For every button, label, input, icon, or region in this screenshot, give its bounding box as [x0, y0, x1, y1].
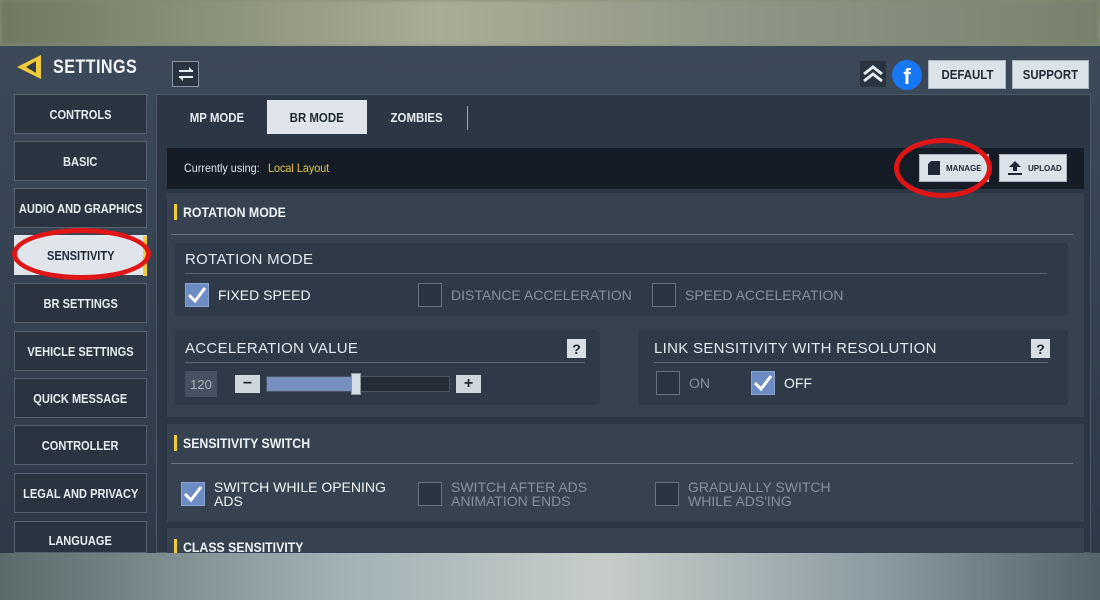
tab-br-mode[interactable]: BR MODE: [267, 100, 367, 134]
acceleration-slider[interactable]: [266, 373, 450, 395]
section-header-rotation-mode: ROTATION MODE: [174, 204, 300, 220]
link-sensitivity-help-icon[interactable]: ?: [1031, 339, 1050, 358]
gradually-switch-option[interactable]: GRADUALLY SWITCH WHILE ADS'ING: [655, 480, 831, 508]
speed-acceleration-option[interactable]: SPEED ACCELERATION: [652, 283, 843, 307]
acceleration-increase-button[interactable]: +: [456, 375, 481, 393]
card-divider: [185, 362, 585, 363]
card-divider: [654, 362, 1048, 363]
link-sensitivity-title: LINK SENSITIVITY WITH RESOLUTION: [654, 340, 937, 357]
sidebar-item-vehicle-settings[interactable]: VEHICLE SETTINGS: [14, 331, 147, 371]
current-layout-value: Local Layout: [268, 161, 330, 175]
section-divider: [171, 234, 1073, 235]
switch-while-opening-ads-option[interactable]: SWITCH WHILE OPENING ADS: [181, 480, 386, 508]
tab-mp-mode[interactable]: MP MODE: [167, 100, 267, 134]
section-divider: [171, 463, 1073, 464]
background-blur-bottom: [0, 553, 1100, 600]
sensitivity-switch-section: SENSITIVITY SWITCH SWITCH WHILE OPENING A…: [167, 424, 1084, 522]
rank-chevron-icon[interactable]: [860, 61, 886, 87]
link-off-option[interactable]: OFF: [751, 371, 812, 395]
page-title: SETTINGS: [53, 57, 138, 78]
support-button[interactable]: SUPPORT: [1012, 60, 1089, 89]
section-header-class-sensitivity: CLASS SENSITIVITY: [174, 539, 320, 553]
rotation-mode-card: ROTATION MODE FIXED SPEED DISTANCE ACCEL…: [175, 243, 1068, 316]
acceleration-value-title: ACCELERATION VALUE: [185, 340, 359, 357]
upload-icon: [1008, 161, 1022, 175]
checkmark-icon: [753, 375, 773, 392]
tab-divider: [467, 106, 468, 130]
switch-while-opening-ads-label: SWITCH WHILE OPENING ADS: [214, 479, 386, 509]
current-layout-text: Currently using: Local Layout: [184, 161, 336, 175]
fixed-speed-checkbox[interactable]: [185, 283, 209, 307]
acceleration-decrease-button[interactable]: −: [235, 375, 260, 393]
sidebar-item-quick-message[interactable]: QUICK MESSAGE: [14, 378, 147, 418]
checkmark-icon: [187, 287, 207, 304]
switch-after-ads-animation-checkbox[interactable]: [418, 482, 442, 506]
upload-button[interactable]: UPLOAD: [999, 154, 1067, 182]
tab-zombies[interactable]: ZOMBIES: [367, 100, 467, 134]
acceleration-slider-fill: [267, 377, 357, 391]
class-sensitivity-section: CLASS SENSITIVITY: [167, 528, 1084, 553]
section-accent-bar: [174, 204, 177, 220]
back-arrow-icon[interactable]: [14, 54, 44, 80]
rotation-mode-section: ROTATION MODE ROTATION MODE FIXED SPEED …: [167, 193, 1084, 417]
current-layout-prefix: Currently using:: [184, 161, 260, 175]
sidebar-item-language[interactable]: LANGUAGE: [14, 521, 147, 553]
checkmark-icon: [183, 486, 203, 503]
sidebar-item-audio-and-graphics[interactable]: AUDIO AND GRAPHICS: [14, 188, 147, 228]
acceleration-value-card: ACCELERATION VALUE ? 120 − +: [175, 330, 600, 405]
distance-acceleration-option[interactable]: DISTANCE ACCELERATION: [418, 283, 632, 307]
link-on-label: ON: [689, 375, 710, 391]
speed-acceleration-label: SPEED ACCELERATION: [685, 287, 844, 303]
link-on-checkbox[interactable]: [656, 371, 680, 395]
acceleration-slider-thumb[interactable]: [351, 373, 362, 395]
distance-acceleration-checkbox[interactable]: [418, 283, 442, 307]
section-header-sensitivity-switch: SENSITIVITY SWITCH: [174, 435, 327, 451]
sidebar-item-controller[interactable]: CONTROLLER: [14, 425, 147, 465]
switch-after-ads-animation-label: SWITCH AFTER ADS ANIMATION ENDS: [451, 479, 588, 509]
link-sensitivity-card: LINK SENSITIVITY WITH RESOLUTION ? ON OF…: [638, 330, 1068, 405]
switch-after-ads-animation-option[interactable]: SWITCH AFTER ADS ANIMATION ENDS: [418, 480, 587, 508]
speed-acceleration-checkbox[interactable]: [652, 283, 676, 307]
fixed-speed-option[interactable]: FIXED SPEED: [185, 283, 311, 307]
facebook-icon[interactable]: f: [892, 60, 922, 90]
distance-acceleration-label: DISTANCE ACCELERATION: [451, 287, 632, 303]
fixed-speed-label: FIXED SPEED: [218, 287, 311, 303]
default-button[interactable]: DEFAULT: [928, 60, 1006, 89]
section-accent-bar: [174, 539, 177, 553]
highlight-ring-manage: [894, 138, 992, 198]
sidebar-item-br-settings[interactable]: BR SETTINGS: [14, 283, 147, 323]
section-accent-bar: [174, 435, 177, 451]
link-off-label: OFF: [784, 375, 812, 391]
gradually-switch-checkbox[interactable]: [655, 482, 679, 506]
sidebar-item-legal-and-privacy[interactable]: LEGAL AND PRIVACY: [14, 473, 147, 513]
gradually-switch-label: GRADUALLY SWITCH WHILE ADS'ING: [688, 479, 831, 509]
sidebar-item-controls[interactable]: CONTROLS: [14, 94, 147, 134]
acceleration-value-display: 120: [185, 371, 217, 397]
mode-tabs: MP MODE BR MODE ZOMBIES: [167, 100, 467, 134]
rotation-mode-title: ROTATION MODE: [185, 251, 314, 268]
card-divider: [185, 273, 1047, 274]
highlight-ring-sensitivity: [12, 228, 151, 280]
sidebar-item-basic[interactable]: BASIC: [14, 141, 147, 181]
swap-layout-icon[interactable]: [172, 61, 199, 87]
background-blur-top: [0, 0, 1100, 46]
link-on-option[interactable]: ON: [656, 371, 710, 395]
switch-while-opening-ads-checkbox[interactable]: [181, 482, 205, 506]
link-off-checkbox[interactable]: [751, 371, 775, 395]
acceleration-help-icon[interactable]: ?: [567, 339, 586, 358]
